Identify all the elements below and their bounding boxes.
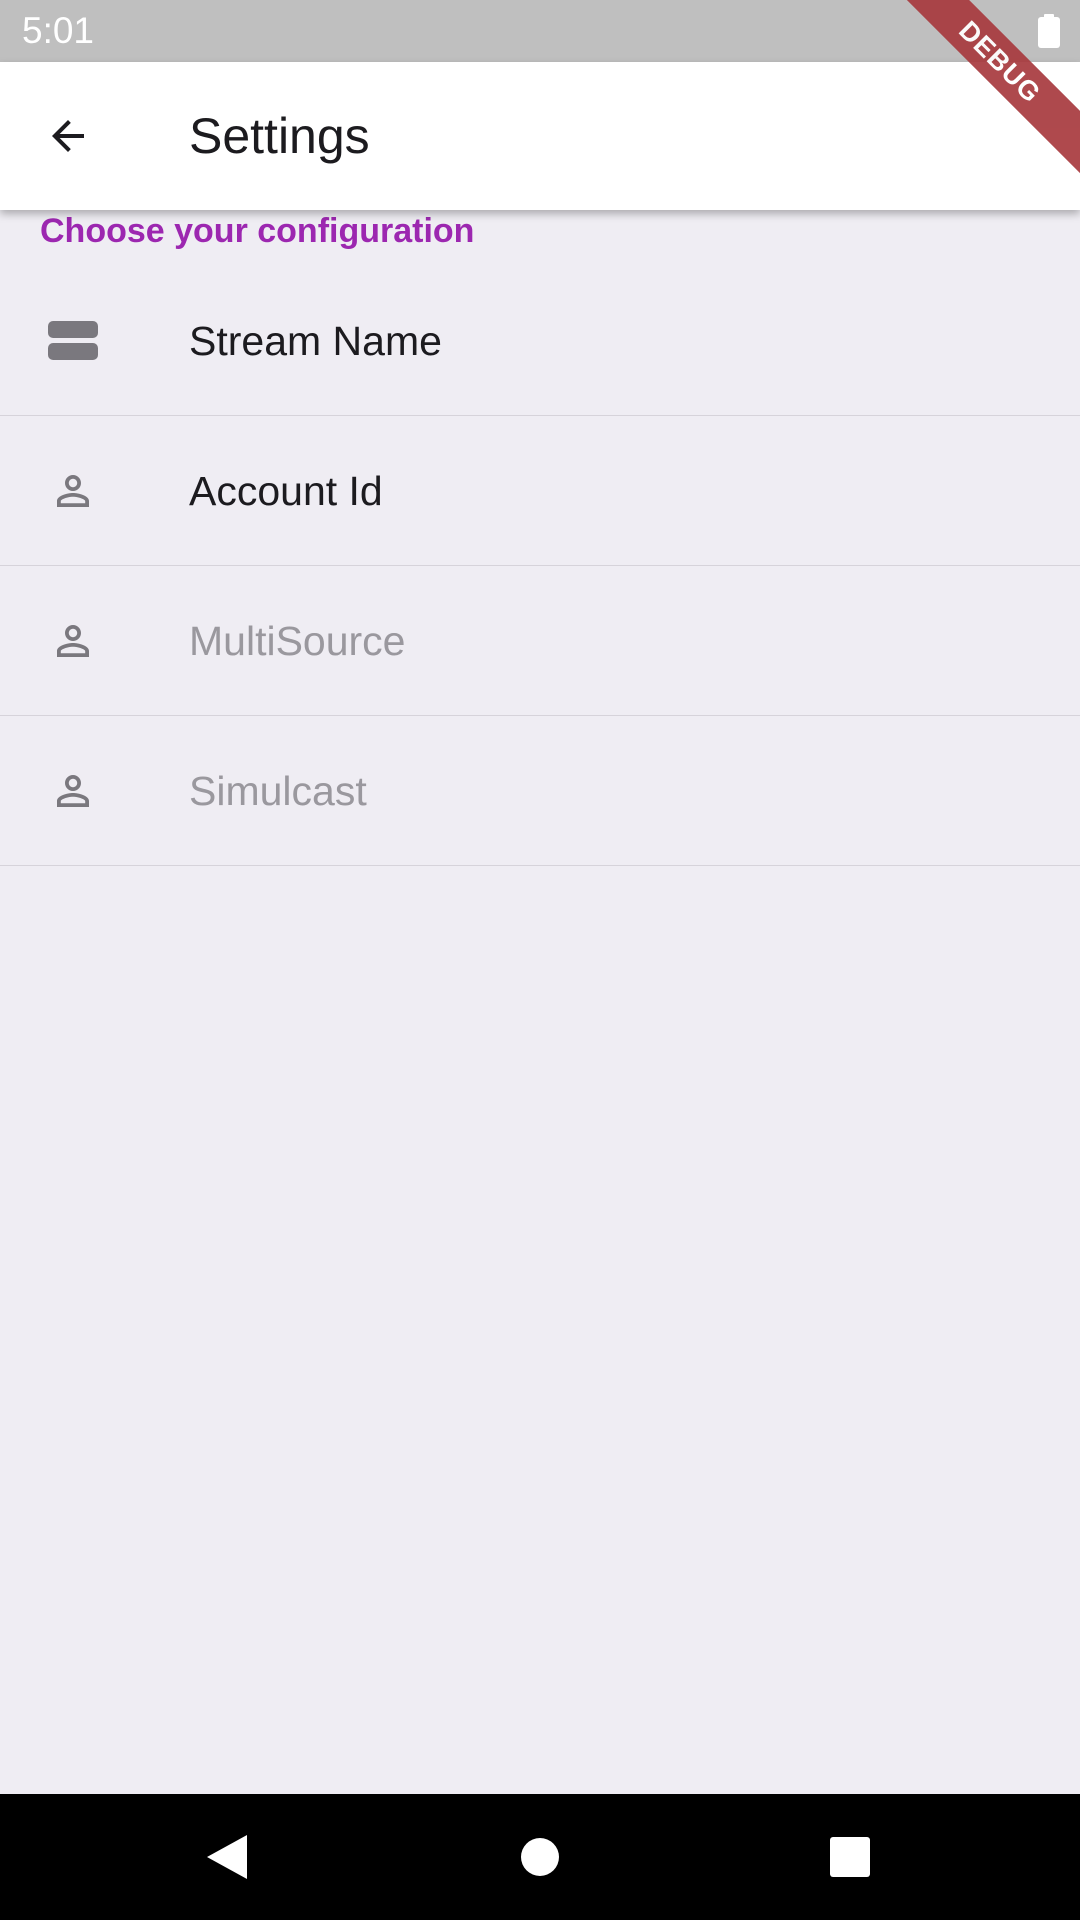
list-item-label: MultiSource — [189, 617, 406, 664]
list-item-stream-name[interactable]: Stream Name — [0, 266, 1080, 416]
list-item-simulcast[interactable]: Simulcast — [0, 716, 1080, 866]
system-nav-bar — [0, 1794, 1080, 1920]
person-outline-icon — [46, 764, 100, 818]
app-bar: Settings — [0, 62, 1080, 210]
nav-recents-square-icon — [830, 1837, 870, 1877]
person-outline-icon — [46, 464, 100, 518]
storage-icon — [46, 314, 100, 368]
battery-full-icon — [1038, 14, 1060, 48]
section-header: Choose your configuration — [40, 212, 475, 250]
status-time: 5:01 — [22, 10, 95, 51]
nav-home-circle-icon — [521, 1838, 559, 1876]
page-title: Settings — [189, 108, 370, 164]
settings-list: Stream Name Account Id MultiSource Simul… — [0, 266, 1080, 866]
arrow-back-icon — [52, 120, 84, 152]
nav-back-button[interactable] — [194, 1824, 260, 1890]
person-outline-icon — [46, 614, 100, 668]
nav-recents-button[interactable] — [817, 1824, 883, 1890]
back-button[interactable] — [34, 102, 102, 170]
list-item-account-id[interactable]: Account Id — [0, 416, 1080, 566]
list-item-label: Stream Name — [189, 317, 442, 364]
settings-screen: 5:01 DEBUG Settings Choose your configur… — [0, 0, 1080, 1920]
list-item-multisource[interactable]: MultiSource — [0, 566, 1080, 716]
list-item-label: Simulcast — [189, 767, 367, 814]
list-item-label: Account Id — [189, 467, 383, 514]
nav-back-triangle-icon — [207, 1835, 247, 1879]
nav-home-button[interactable] — [507, 1824, 573, 1890]
